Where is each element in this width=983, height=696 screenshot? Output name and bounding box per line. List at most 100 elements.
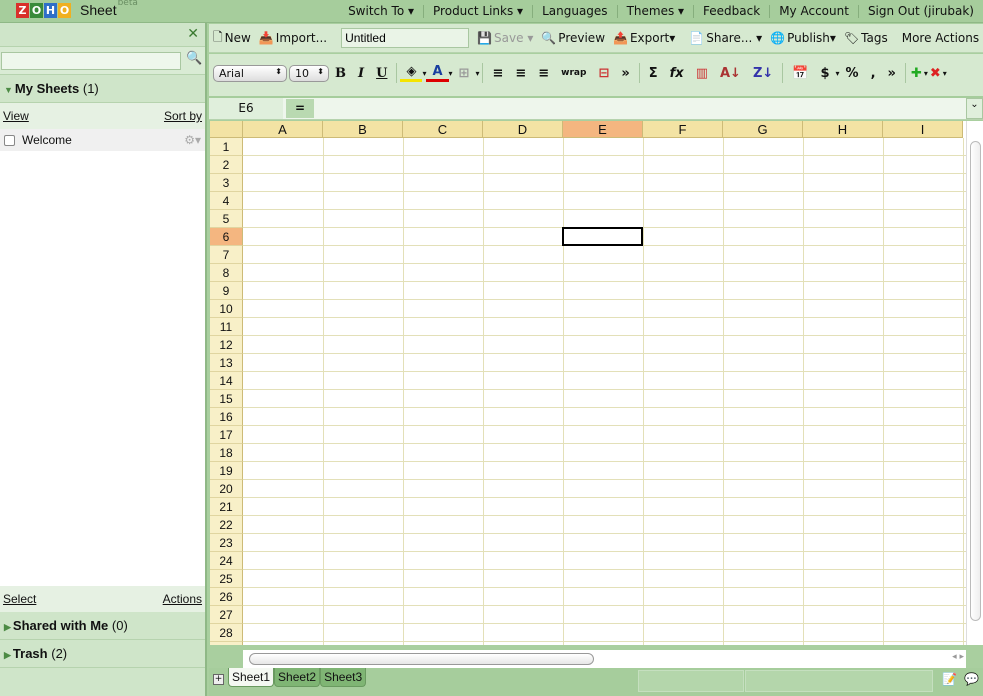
select-all-corner[interactable] <box>210 121 243 138</box>
row-header-26[interactable]: 26 <box>210 588 243 606</box>
trash[interactable]: ▶ Trash (2) <box>0 640 205 668</box>
row-header-27[interactable]: 27 <box>210 606 243 624</box>
align-right-icon[interactable]: ≡ <box>532 66 555 81</box>
export-button[interactable]: 📤 Export ▾ <box>609 31 679 45</box>
publish-button[interactable]: 🌐 Publish ▾ <box>766 31 840 45</box>
fill-color-icon[interactable]: ◈ <box>400 64 423 82</box>
font-select[interactable]: Arial ⬍ <box>213 64 287 82</box>
shared-with-me[interactable]: ▶ Shared with Me (0) <box>0 612 205 640</box>
font-size-select[interactable]: 10 ⬍ <box>289 64 329 82</box>
row-header-23[interactable]: 23 <box>210 534 243 552</box>
column-header-B[interactable]: B <box>323 121 403 138</box>
more-actions-button[interactable]: More Actions ▾ <box>898 31 983 45</box>
view-menu[interactable]: View <box>3 109 29 123</box>
search-icon[interactable]: 🔍 <box>186 51 202 66</box>
sort-by-menu[interactable]: Sort by <box>164 109 202 123</box>
column-header-H[interactable]: H <box>803 121 883 138</box>
gear-icon[interactable]: ⚙▾ <box>184 133 201 147</box>
wrap-text-icon[interactable]: wrap <box>555 68 592 78</box>
vertical-scrollbar[interactable] <box>966 121 983 645</box>
expand-formula-icon[interactable]: ⌄ <box>966 98 983 119</box>
italic-button[interactable]: I <box>352 66 370 81</box>
function-icon[interactable]: fx <box>664 66 690 81</box>
nav-switch-to[interactable]: Switch To ▾ <box>339 4 423 18</box>
row-header-20[interactable]: 20 <box>210 480 243 498</box>
sum-icon[interactable]: Σ <box>643 66 664 81</box>
comma-icon[interactable]: , <box>865 66 882 81</box>
row-header-5[interactable]: 5 <box>210 210 243 228</box>
nav-my-account[interactable]: My Account <box>769 4 858 18</box>
align-left-icon[interactable]: ≡ <box>486 66 509 81</box>
row-header-15[interactable]: 15 <box>210 390 243 408</box>
nav-product-links[interactable]: Product Links ▾ <box>423 4 532 18</box>
close-icon[interactable]: ✕ <box>187 26 199 42</box>
row-header-13[interactable]: 13 <box>210 354 243 372</box>
currency-icon[interactable]: $ <box>814 66 835 81</box>
sort-ascending-icon[interactable]: A↓ <box>714 66 747 81</box>
nav-languages[interactable]: Languages <box>532 4 616 18</box>
tags-button[interactable]: 🏷 Tags <box>840 31 892 45</box>
edit-note-icon[interactable]: 📝 <box>942 672 957 686</box>
nav-feedback[interactable]: Feedback <box>693 4 769 18</box>
sort-descending-icon[interactable]: Z↓ <box>747 66 779 81</box>
more-icon[interactable]: » <box>615 66 635 81</box>
select-menu[interactable]: Select <box>3 592 36 606</box>
bold-button[interactable]: B <box>329 66 352 81</box>
row-header-18[interactable]: 18 <box>210 444 243 462</box>
insert-icon[interactable]: ✚ <box>909 66 924 81</box>
zoho-logo[interactable]: ZOHO Sheet beta <box>16 0 138 18</box>
my-sheets-header[interactable]: ▼ My Sheets (1) <box>0 75 205 103</box>
save-button[interactable]: 💾 Save ▾ <box>473 31 537 45</box>
checkbox[interactable] <box>4 134 15 146</box>
scroll-arrows-icon[interactable]: ◂ ▸ <box>952 652 964 662</box>
list-item[interactable]: Welcome ⚙▾ <box>0 129 205 151</box>
search-input[interactable] <box>1 52 181 70</box>
row-header-16[interactable]: 16 <box>210 408 243 426</box>
add-sheet-button[interactable]: + <box>213 674 224 685</box>
chart-icon[interactable]: ▥ <box>690 66 714 81</box>
date-format-icon[interactable]: 📅 <box>786 66 814 81</box>
delete-icon[interactable]: ✖ <box>928 66 943 81</box>
row-header-28[interactable]: 28 <box>210 624 243 642</box>
underline-button[interactable]: U <box>370 66 393 81</box>
column-header-C[interactable]: C <box>403 121 483 138</box>
row-header-14[interactable]: 14 <box>210 372 243 390</box>
align-center-icon[interactable]: ≡ <box>509 66 532 81</box>
preview-button[interactable]: 🔍 Preview <box>537 31 609 45</box>
spreadsheet-grid[interactable]: A B C D E F G H I 1 2 3 4 5 6 7 8 9 10 11 12 13 14 15 16 17 18 19 20… <box>210 121 966 645</box>
nav-themes[interactable]: Themes ▾ <box>616 4 693 18</box>
comment-icon[interactable]: 💬 <box>964 672 979 686</box>
dropdown-icon[interactable]: ▾ <box>943 69 947 78</box>
row-header-7[interactable]: 7 <box>210 246 243 264</box>
row-header-29[interactable]: 29 <box>210 642 243 645</box>
row-header-3[interactable]: 3 <box>210 174 243 192</box>
column-header-I[interactable]: I <box>883 121 963 138</box>
import-button[interactable]: 📥 Import... <box>255 31 331 45</box>
row-header-6[interactable]: 6 <box>210 228 243 246</box>
row-header-10[interactable]: 10 <box>210 300 243 318</box>
row-header-1[interactable]: 1 <box>210 138 243 156</box>
row-header-9[interactable]: 9 <box>210 282 243 300</box>
active-cell-cursor[interactable] <box>562 227 643 246</box>
borders-icon[interactable]: ⊞ <box>453 66 476 81</box>
percent-icon[interactable]: % <box>840 66 865 81</box>
dropdown-icon[interactable]: ▾ <box>475 69 479 78</box>
row-header-21[interactable]: 21 <box>210 498 243 516</box>
row-header-2[interactable]: 2 <box>210 156 243 174</box>
row-header-19[interactable]: 19 <box>210 462 243 480</box>
cell-reference[interactable]: E6 <box>209 98 283 119</box>
horizontal-scrollbar[interactable]: ◂ ▸ <box>243 650 966 668</box>
row-header-22[interactable]: 22 <box>210 516 243 534</box>
more-icon[interactable]: » <box>882 66 902 81</box>
tab-sheet2[interactable]: Sheet2 <box>274 668 321 687</box>
column-header-G[interactable]: G <box>723 121 803 138</box>
column-header-D[interactable]: D <box>483 121 563 138</box>
column-header-A[interactable]: A <box>243 121 323 138</box>
row-header-8[interactable]: 8 <box>210 264 243 282</box>
font-color-icon[interactable]: A <box>426 64 449 82</box>
document-title-input[interactable] <box>341 28 470 48</box>
tab-sheet1[interactable]: Sheet1 <box>228 668 275 687</box>
column-header-E[interactable]: E <box>563 121 643 138</box>
share-button[interactable]: 📄 Share... ▾ <box>685 31 766 45</box>
row-header-11[interactable]: 11 <box>210 318 243 336</box>
